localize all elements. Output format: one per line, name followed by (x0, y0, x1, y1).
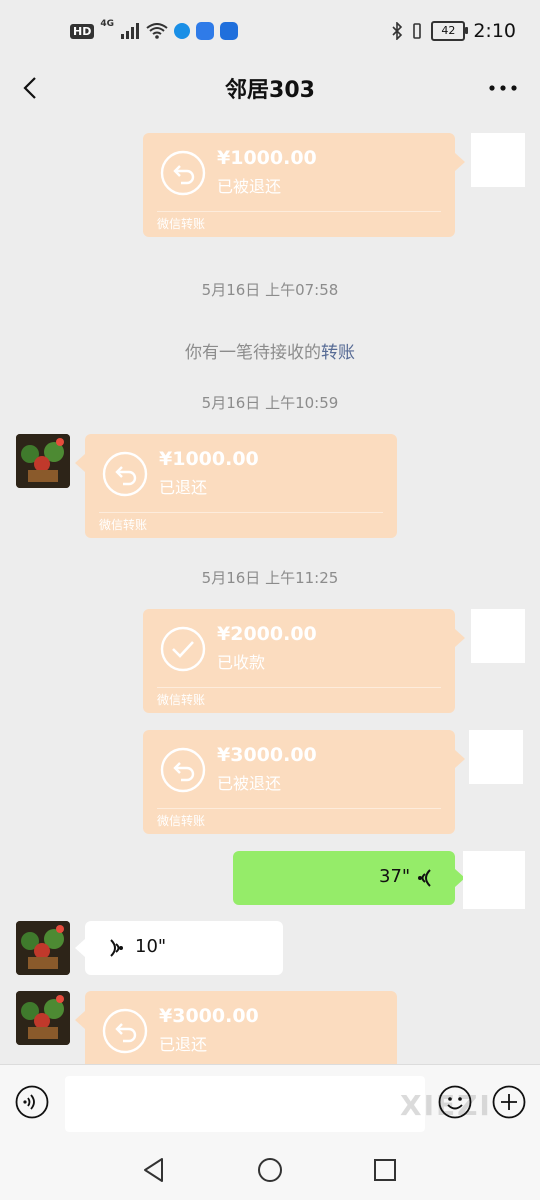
transfer-card[interactable]: ¥1000.00 已被退还 微信转账 (143, 133, 465, 237)
transfer-divider (157, 808, 441, 809)
voice-icon (418, 869, 431, 887)
status-left: HD 4G (70, 19, 238, 40)
avatar-image (16, 921, 70, 975)
status-right: 42 2:10 (391, 20, 516, 42)
avatar-self[interactable] (471, 609, 525, 663)
voice-message-sent[interactable]: 37" (233, 851, 465, 905)
avatar-image (16, 434, 70, 488)
voice-duration: 10" (135, 936, 167, 957)
transfer-status: 已收款 (217, 653, 266, 672)
avatar-peer[interactable] (16, 991, 70, 1045)
vibrate-icon (413, 23, 422, 39)
system-message: 你有一笔待接收的转账 (0, 338, 540, 363)
avatar-image (16, 991, 70, 1045)
return-icon (102, 1008, 148, 1054)
transfer-card[interactable]: ¥2000.00 已收款 微信转账 (143, 609, 465, 713)
timestamp: 5月16日 上午10:59 (201, 394, 339, 412)
return-icon (160, 747, 206, 793)
avatar-self[interactable] (469, 730, 523, 784)
transfer-divider (99, 512, 383, 513)
mail-app-icon (220, 22, 238, 40)
transfer-status: 已退还 (159, 1035, 208, 1054)
status-time: 2:10 (473, 20, 516, 42)
voice-icon (110, 939, 123, 957)
bluetooth-icon (392, 22, 403, 40)
network-label: 4G (100, 19, 114, 29)
cloud-app-icon (196, 22, 214, 40)
transfer-footer: 微信转账 (157, 814, 206, 828)
transfer-status: 已被退还 (217, 177, 282, 196)
chat-header: 邻居303 (0, 64, 540, 112)
avatar-self[interactable] (463, 851, 525, 909)
hd-badge: HD (70, 23, 95, 39)
timestamp: 5月16日 上午11:25 (201, 569, 339, 587)
timestamp: 5月16日 上午07:58 (201, 281, 339, 299)
chat-title: 邻居303 (225, 78, 315, 103)
voice-message-received[interactable]: 10" (75, 921, 283, 975)
voice-input-icon[interactable] (15, 1085, 49, 1119)
return-icon (102, 451, 148, 497)
transfer-status: 已被退还 (217, 774, 282, 793)
check-icon (160, 626, 206, 672)
plus-icon[interactable] (492, 1085, 526, 1119)
transfer-amount: ¥1000.00 (159, 448, 259, 470)
return-icon (160, 150, 206, 196)
transfer-card[interactable]: ¥1000.00 已退还 微信转账 (75, 434, 397, 538)
transfer-footer: 微信转账 (99, 518, 148, 532)
avatar-self[interactable] (471, 133, 525, 187)
transfer-status: 已退还 (159, 478, 208, 497)
nav-recent-icon[interactable] (373, 1158, 397, 1182)
more-icon[interactable] (486, 74, 520, 102)
nav-home-icon[interactable] (256, 1156, 284, 1184)
app-notification-icon (174, 23, 190, 39)
transfer-card[interactable]: ¥3000.00 已被退还 微信转账 (143, 730, 465, 834)
transfer-amount: ¥2000.00 (217, 623, 317, 645)
transfer-link[interactable]: 转账 (321, 343, 355, 363)
transfer-footer: 微信转账 (157, 693, 206, 707)
transfer-amount: ¥3000.00 (159, 1005, 259, 1027)
nav-back-icon[interactable] (140, 1156, 168, 1184)
avatar-peer[interactable] (16, 434, 70, 488)
system-navigation (0, 1140, 540, 1200)
input-bar: XIEZI (0, 1064, 540, 1141)
system-message-text: 你有一笔待接收的 (185, 343, 321, 363)
transfer-card[interactable]: ¥3000.00 已退还 (75, 991, 397, 1064)
transfer-divider (157, 687, 441, 688)
transfer-amount: ¥3000.00 (217, 744, 317, 766)
signal-icon (121, 23, 139, 39)
emoji-icon[interactable] (438, 1085, 472, 1119)
avatar-peer[interactable] (16, 921, 70, 975)
battery-indicator: 42 (431, 21, 469, 41)
status-bar: HD 4G 42 2:10 (0, 0, 540, 64)
transfer-footer: 微信转账 (157, 217, 206, 231)
message-input[interactable] (65, 1076, 425, 1132)
transfer-amount: ¥1000.00 (217, 147, 317, 169)
voice-duration: 37" (379, 866, 411, 887)
transfer-divider (157, 211, 441, 212)
wifi-icon (146, 23, 168, 39)
